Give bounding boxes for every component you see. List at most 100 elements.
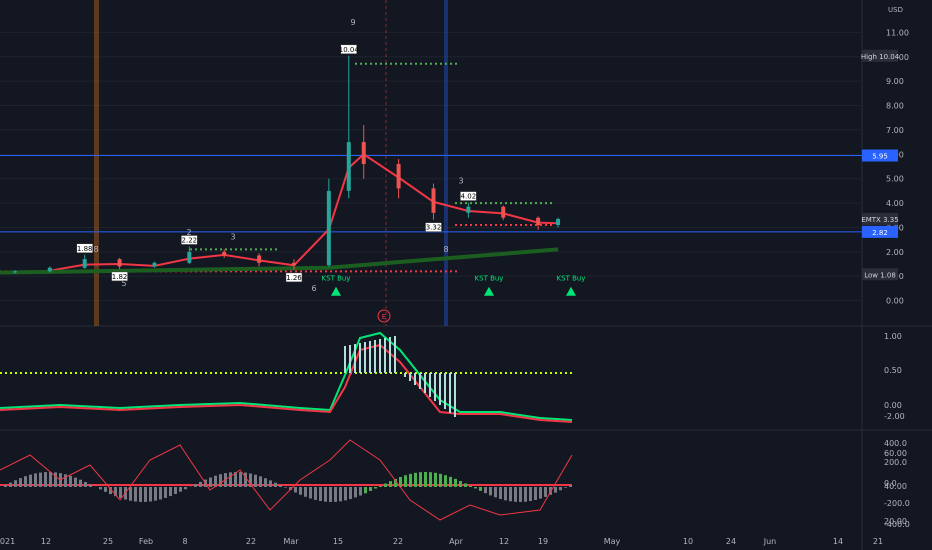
time-tick-label: Feb: [139, 537, 153, 546]
indicator-bar: [524, 487, 527, 502]
indicator-bar: [44, 472, 47, 487]
indicator-bar: [324, 487, 327, 502]
indicator-tick-label: 200.0: [884, 458, 907, 467]
candle-body: [346, 142, 351, 191]
time-tick-label: 10: [683, 537, 693, 546]
time-tick-label: 15: [333, 537, 343, 546]
indicator-bar: [454, 478, 457, 487]
vertical-band: [94, 0, 99, 326]
candle-body: [152, 262, 157, 267]
indicator-bar: [279, 485, 282, 487]
candle-body: [556, 218, 561, 226]
currency-label: USD: [888, 6, 903, 14]
time-tick-label: May: [604, 537, 621, 546]
indicator-tick-label: 20.00: [884, 517, 907, 526]
indicator-bar: [129, 487, 132, 501]
indicator-bar: [349, 487, 352, 500]
kst-buy-label: KST Buy: [475, 275, 504, 283]
time-tick-label: 19: [538, 537, 548, 546]
price-tick-label: 5.00: [886, 175, 904, 184]
time-tick-label: Jun: [763, 537, 777, 546]
time-tick-label: 8: [182, 537, 187, 546]
candle-body: [47, 267, 52, 272]
indicator-bar: [139, 487, 142, 502]
candle-body: [431, 188, 436, 213]
indicator-bar: [354, 487, 357, 498]
indicator-bar: [219, 474, 222, 487]
indicator-bar: [404, 475, 407, 487]
oscillator-tick-label: -2.00: [884, 412, 905, 421]
indicator-bar: [39, 472, 42, 487]
indicator-bar: [99, 487, 102, 490]
price-badge-label: 2.82: [872, 229, 888, 237]
time-tick-label: 25: [103, 537, 113, 546]
indicator-bar: [84, 481, 87, 487]
indicator-bar: [4, 485, 7, 487]
indicator-bar: [54, 472, 57, 487]
indicator-bar: [374, 487, 377, 489]
indicator-bar: [469, 485, 472, 487]
indicator-bar: [9, 482, 12, 487]
indicator-bar: [409, 473, 412, 487]
price-badge-label: EMTX 3.35: [861, 216, 898, 224]
indicator-bar: [49, 472, 52, 487]
count-label: 3: [230, 233, 235, 242]
candle-body: [501, 206, 506, 218]
indicator-bar: [144, 487, 147, 502]
indicator-bar: [504, 487, 507, 501]
indicator-bar: [299, 487, 302, 495]
indicator-bar: [514, 487, 517, 502]
count-label: 6: [311, 284, 316, 293]
indicator-bar: [564, 487, 567, 488]
price-tag-label: 1.26: [286, 274, 302, 282]
indicator-tick-label: -200.0: [884, 499, 910, 508]
indicator-bar: [344, 487, 347, 501]
price-tag-label: 10.04: [339, 46, 360, 54]
oscillator-tick-label: 0.00: [884, 401, 902, 410]
price-badge-label: 5.95: [872, 153, 888, 161]
time-tick-label: 2021: [0, 537, 15, 546]
indicator-bar: [494, 487, 497, 498]
time-tick-label: Apr: [449, 537, 464, 546]
price-tick-label: 8.00: [886, 102, 904, 111]
indicator-bar: [304, 487, 307, 497]
count-label: 8: [443, 245, 448, 254]
indicator-bar: [274, 482, 277, 487]
time-tick-label: 12: [499, 537, 509, 546]
indicator-bar: [309, 487, 312, 499]
indicator-bar: [34, 473, 37, 487]
indicator-bar: [544, 487, 547, 497]
price-badge-label: High 10.04: [861, 53, 900, 61]
count-label: 9: [350, 18, 355, 27]
price-tick-label: 9.00: [886, 77, 904, 86]
indicator-bar: [79, 479, 82, 487]
indicator-bar: [134, 487, 137, 502]
indicator-bar: [429, 472, 432, 487]
indicator-bar: [229, 472, 232, 487]
indicator-bar: [499, 487, 502, 499]
candle-body: [257, 255, 262, 263]
indicator-bar: [414, 472, 417, 487]
indicator-bar: [154, 487, 157, 501]
indicator-bar: [294, 487, 297, 493]
indicator-bar: [334, 487, 337, 502]
indicator-bar: [14, 480, 17, 487]
indicator-bar: [424, 472, 427, 487]
indicator-bar: [519, 487, 522, 502]
candle-body: [326, 190, 331, 266]
indicator-bar: [479, 487, 482, 491]
indicator-bar: [104, 487, 107, 492]
indicator-bar: [329, 487, 332, 502]
indicator-bar: [529, 487, 532, 502]
price-badge-label: Low 1.08: [864, 271, 896, 279]
candle-body: [291, 262, 296, 266]
candle-body: [466, 206, 471, 213]
indicator-bar: [259, 476, 262, 487]
indicator-bar: [419, 472, 422, 487]
indicator-bar: [484, 487, 487, 494]
indicator-bar: [359, 487, 362, 496]
indicator-bar: [459, 481, 462, 487]
count-label: 3: [458, 177, 463, 186]
stock-chart[interactable]: 10.041.881.822.221.263.324.0282356938KST…: [0, 0, 932, 550]
candle-body: [361, 142, 366, 165]
